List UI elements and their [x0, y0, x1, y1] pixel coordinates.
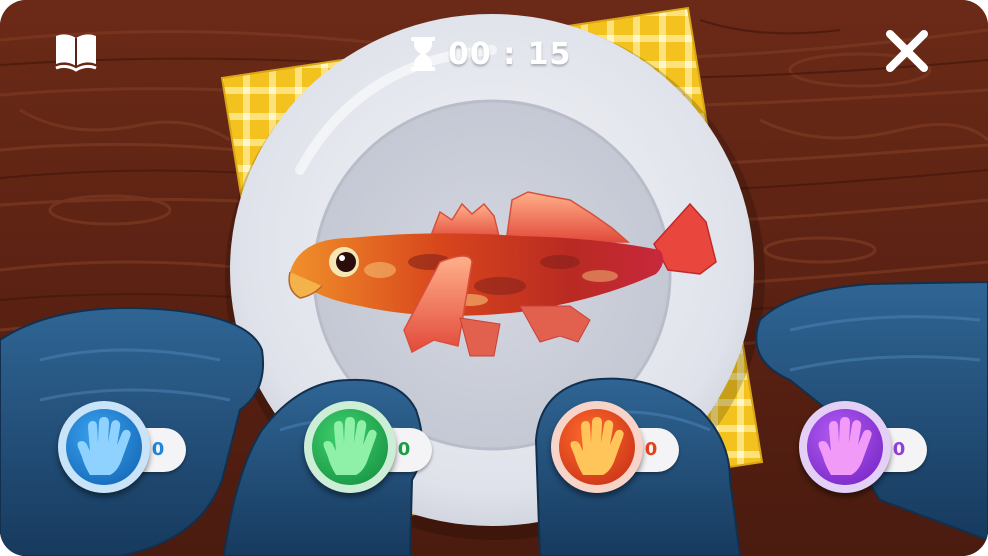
player-4-hand-button[interactable] — [799, 401, 891, 493]
player-2-score: 0 — [397, 439, 411, 460]
hand-icon — [570, 417, 624, 475]
player-2-hand-button[interactable] — [304, 401, 396, 493]
hand-icon — [323, 417, 377, 475]
timer-text: 00 : 15 — [448, 36, 572, 72]
player-2-control: 0 — [304, 401, 439, 493]
rules-book-button[interactable] — [52, 26, 100, 74]
game-screen: 00 : 15 0 0 0 0 — [0, 0, 988, 556]
player-1-score: 0 — [151, 439, 165, 460]
player-3-score: 0 — [644, 439, 658, 460]
close-button[interactable] — [882, 26, 932, 76]
player-3-hand-button[interactable] — [551, 401, 643, 493]
hand-icon — [77, 417, 131, 475]
player-3-control: 0 — [551, 401, 686, 493]
hourglass-icon — [411, 37, 435, 71]
player-1-control: 0 — [58, 401, 193, 493]
timer: 00 : 15 — [410, 34, 571, 74]
player-1-hand-button[interactable] — [58, 401, 150, 493]
hand-icon — [818, 417, 872, 475]
player-4-score: 0 — [892, 439, 906, 460]
close-icon — [886, 30, 928, 72]
player-4-control: 0 — [799, 401, 934, 493]
book-icon — [55, 34, 97, 72]
